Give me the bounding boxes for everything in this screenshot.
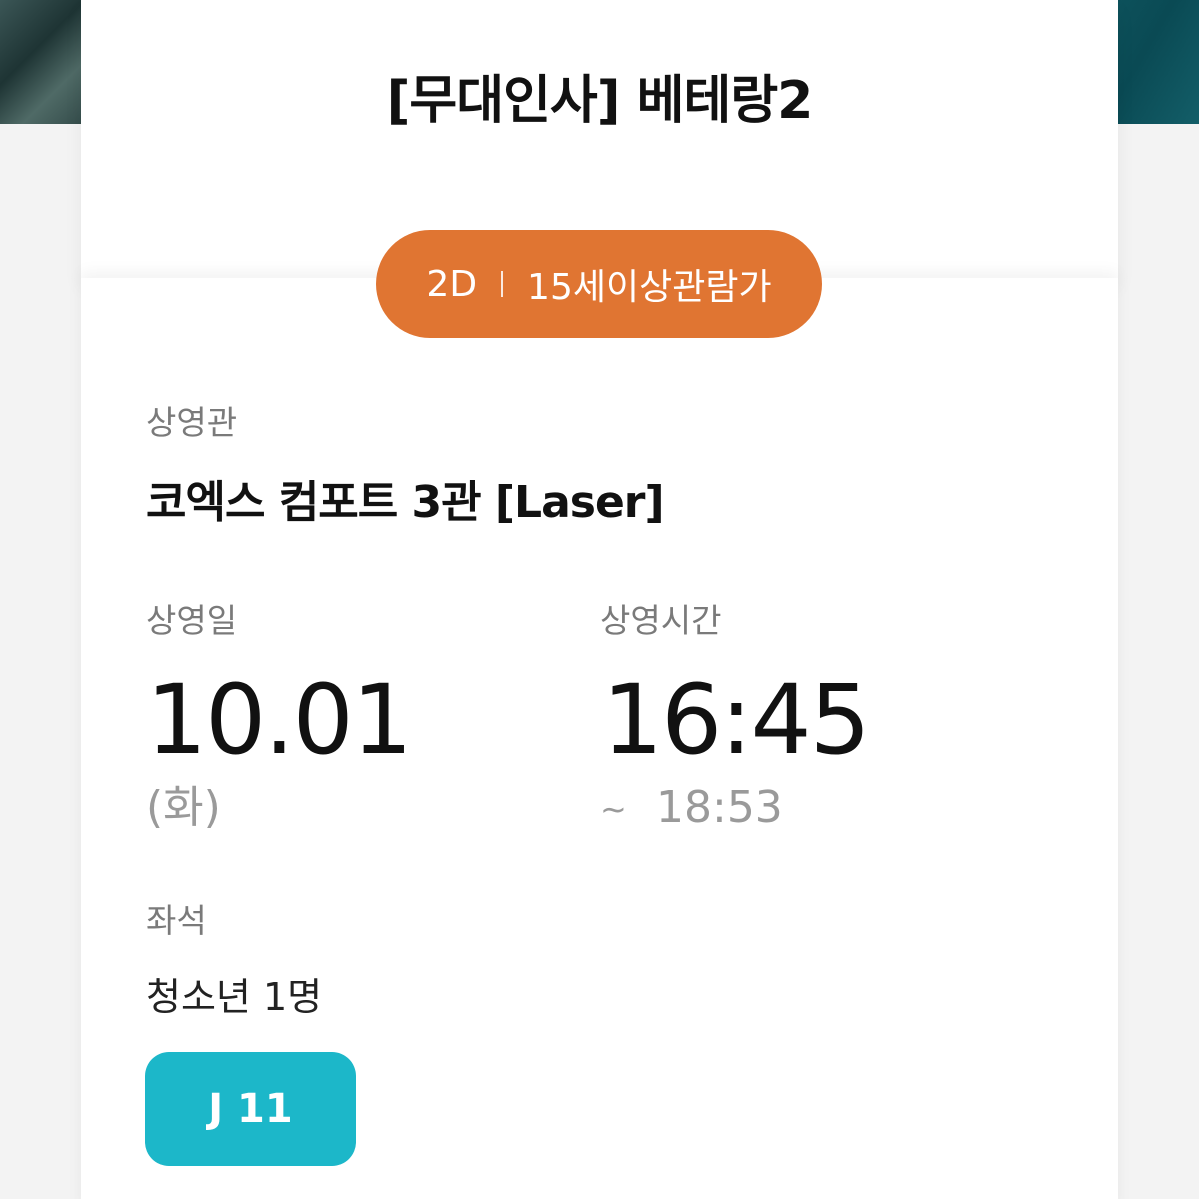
format-rating-badge: 2D 15세이상관람가: [376, 230, 822, 338]
date-value: 10.01: [146, 664, 413, 776]
badge-divider: [501, 271, 504, 297]
theater-value: 코엑스 컴포트 3관 [Laser]: [146, 477, 665, 528]
theater-label: 상영관: [146, 403, 238, 442]
end-time-value: 18:53: [656, 782, 783, 833]
audience-count: 청소년 1명: [146, 975, 323, 1019]
ticket-screen: [무대인사] 베테랑2 2D 15세이상관람가 상영관 코엑스 컴포트 3관 […: [0, 0, 1199, 1199]
seat-label: 좌석: [146, 901, 207, 940]
start-time-value: 16:45: [602, 664, 871, 776]
date-label: 상영일: [146, 601, 238, 640]
seat-number-badge[interactable]: J 11: [145, 1052, 356, 1166]
movie-title: [무대인사] 베테랑2: [386, 71, 814, 131]
weekday-value: (화): [146, 782, 221, 833]
rating-label: 15세이상관람가: [527, 267, 772, 308]
time-range-tilde: ~: [600, 790, 627, 828]
time-label: 상영시간: [600, 601, 722, 640]
format-label: 2D: [426, 263, 478, 305]
